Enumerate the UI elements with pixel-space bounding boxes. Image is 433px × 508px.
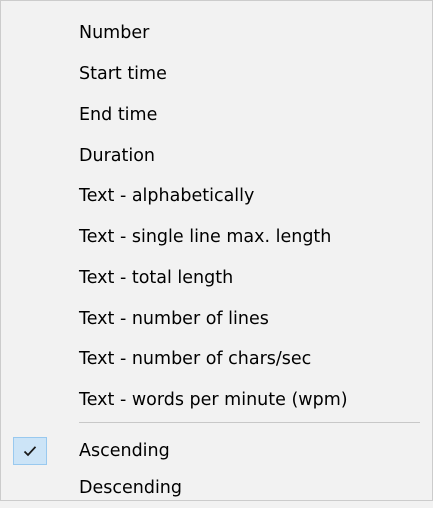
menu-item-label: Start time bbox=[79, 64, 167, 84]
menu-item-label: Text - number of chars/sec bbox=[79, 349, 312, 369]
menu-item-duration[interactable]: Duration bbox=[1, 136, 432, 176]
menu-item-label: Text - total length bbox=[79, 268, 234, 288]
menu-item-label: Text - alphabetically bbox=[79, 186, 255, 206]
menu-item-ascending[interactable]: Ascending bbox=[1, 431, 432, 471]
sort-context-menu: Number Start time End time Duration Text… bbox=[0, 0, 433, 501]
menu-separator bbox=[79, 422, 420, 423]
menu-item-text-total-length[interactable]: Text - total length bbox=[1, 258, 432, 298]
checkmark-icon bbox=[23, 446, 37, 457]
menu-item-text-words-per-minute[interactable]: Text - words per minute (wpm) bbox=[1, 380, 432, 420]
menu-item-label: Descending bbox=[79, 478, 183, 498]
checked-indicator bbox=[13, 437, 47, 465]
menu-item-label: Text - single line max. length bbox=[79, 227, 332, 247]
menu-item-number[interactable]: Number bbox=[1, 13, 432, 53]
menu-item-label: End time bbox=[79, 105, 158, 125]
menu-item-end-time[interactable]: End time bbox=[1, 95, 432, 135]
menu-item-text-single-line-max-length[interactable]: Text - single line max. length bbox=[1, 217, 432, 257]
menu-item-text-alphabetically[interactable]: Text - alphabetically bbox=[1, 176, 432, 216]
menu-item-label: Ascending bbox=[79, 441, 170, 461]
menu-item-label: Text - number of lines bbox=[79, 309, 269, 329]
menu-item-label: Number bbox=[79, 23, 150, 43]
menu-item-text-number-of-chars-per-sec[interactable]: Text - number of chars/sec bbox=[1, 339, 432, 379]
menu-item-text-number-of-lines[interactable]: Text - number of lines bbox=[1, 299, 432, 339]
menu-item-label: Text - words per minute (wpm) bbox=[79, 390, 348, 410]
menu-item-start-time[interactable]: Start time bbox=[1, 54, 432, 94]
menu-item-label: Duration bbox=[79, 146, 156, 166]
menu-item-descending[interactable]: Descending bbox=[1, 468, 432, 508]
